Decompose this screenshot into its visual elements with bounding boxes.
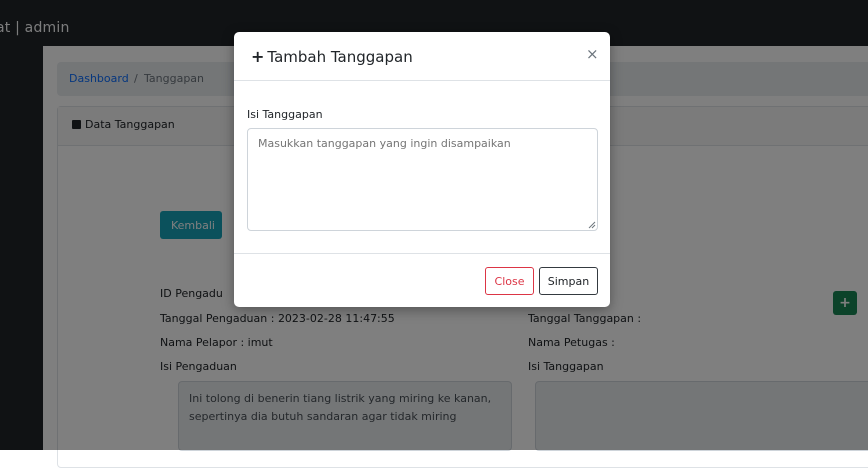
modal-title-text: Tambah Tanggapan <box>267 48 413 66</box>
close-button[interactable]: Close <box>485 267 534 295</box>
response-textarea[interactable] <box>247 128 598 231</box>
modal-header: + Tambah Tanggapan × <box>234 32 610 81</box>
response-field-label: Isi Tanggapan <box>247 108 323 121</box>
save-button[interactable]: Simpan <box>539 267 598 295</box>
close-icon[interactable]: × <box>586 45 599 63</box>
modal-footer: Close Simpan <box>234 253 610 308</box>
resize-grip-icon[interactable] <box>588 221 596 229</box>
add-response-modal: +Tambah Tanggapan × Isi Tanggapan Close … <box>234 32 610 307</box>
modal-title: + Tambah Tanggapan <box>251 47 413 66</box>
plus-icon: + <box>251 47 265 66</box>
